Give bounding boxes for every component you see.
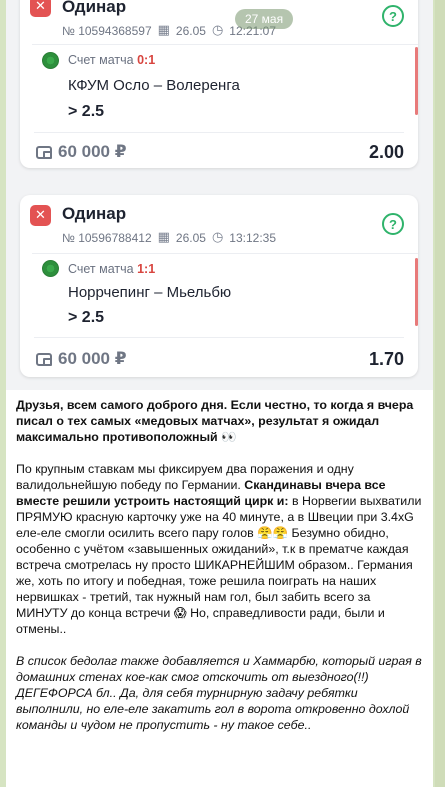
message-paragraph-2: По крупным ставкам мы фиксируем два пора… — [16, 462, 422, 636]
stake: 60 000 ₽ — [36, 349, 127, 369]
bet-screenshot-image[interactable]: ✕ Одинар № 10594368597 ▦ 26.05 ◷ 12:21:0… — [6, 0, 433, 390]
calendar-icon: ▦ — [157, 230, 170, 245]
bet-pick: > 2.5 — [68, 103, 105, 120]
lost-x-icon: ✕ — [30, 205, 51, 226]
football-icon — [42, 260, 59, 277]
message-paragraph-1: Друзья, всем самого доброго дня. Если че… — [16, 398, 414, 444]
bet-pick: > 2.5 — [68, 309, 105, 326]
clock-icon: ◷ — [211, 230, 224, 245]
bet-date: 26.05 — [175, 23, 206, 38]
status-bar — [415, 47, 418, 115]
clock-icon: ◷ — [211, 23, 224, 38]
message-paragraph-3: В список бедолаг также добавляется и Хам… — [16, 654, 422, 732]
lost-x-icon: ✕ — [30, 0, 51, 17]
message-text: Друзья, всем самого доброго дня. Если че… — [16, 397, 423, 749]
bet-type-title: Одинар — [62, 204, 127, 223]
bet-type-title: Одинар — [62, 0, 127, 16]
divider — [34, 337, 404, 338]
bet-card-1: ✕ Одинар № 10594368597 ▦ 26.05 ◷ 12:21:0… — [20, 0, 418, 168]
date-pill: 27 мая — [235, 9, 294, 29]
score-value: 1:1 — [137, 262, 156, 276]
divider — [34, 132, 404, 133]
football-icon — [42, 52, 59, 69]
odds: 1.70 — [368, 349, 404, 369]
match-teams: Норрчепинг – Мьельбю — [68, 284, 232, 301]
score-value: 0:1 — [137, 53, 156, 67]
help-icon[interactable]: ? — [382, 213, 404, 235]
bet-number: № 10594368597 — [62, 23, 152, 38]
help-icon[interactable]: ? — [382, 5, 404, 27]
wallet-icon — [36, 352, 52, 366]
odds: 2.00 — [368, 142, 404, 162]
stake-amount: 60 000 ₽ — [58, 349, 127, 368]
stake: 60 000 ₽ — [36, 142, 127, 162]
bet-number: № 10596788412 — [62, 230, 152, 245]
stake-amount: 60 000 ₽ — [58, 142, 127, 161]
bet-time: 13:12:35 — [229, 230, 277, 245]
status-bar — [415, 258, 418, 326]
chat-background-strip — [435, 0, 445, 787]
wallet-icon — [36, 145, 52, 159]
bet-meta: № 10596788412 ▦ 26.05 ◷ 13:12:35 — [62, 230, 276, 245]
bet-card-2: ✕ Одинар № 10596788412 ▦ 26.05 ◷ 13:12:3… — [20, 195, 418, 377]
match-teams: КФУМ Осло – Волеренга — [68, 77, 240, 94]
bet-date: 26.05 — [175, 230, 206, 245]
message-bubble[interactable]: ✕ Одинар № 10594368597 ▦ 26.05 ◷ 12:21:0… — [6, 0, 433, 787]
calendar-icon: ▦ — [157, 23, 170, 38]
score-label: Счет матча 1:1 — [68, 262, 156, 276]
match-block: Счет матча 0:1 КФУМ Осло – Волеренга > 2… — [32, 44, 418, 142]
score-label: Счет матча 0:1 — [68, 53, 156, 67]
